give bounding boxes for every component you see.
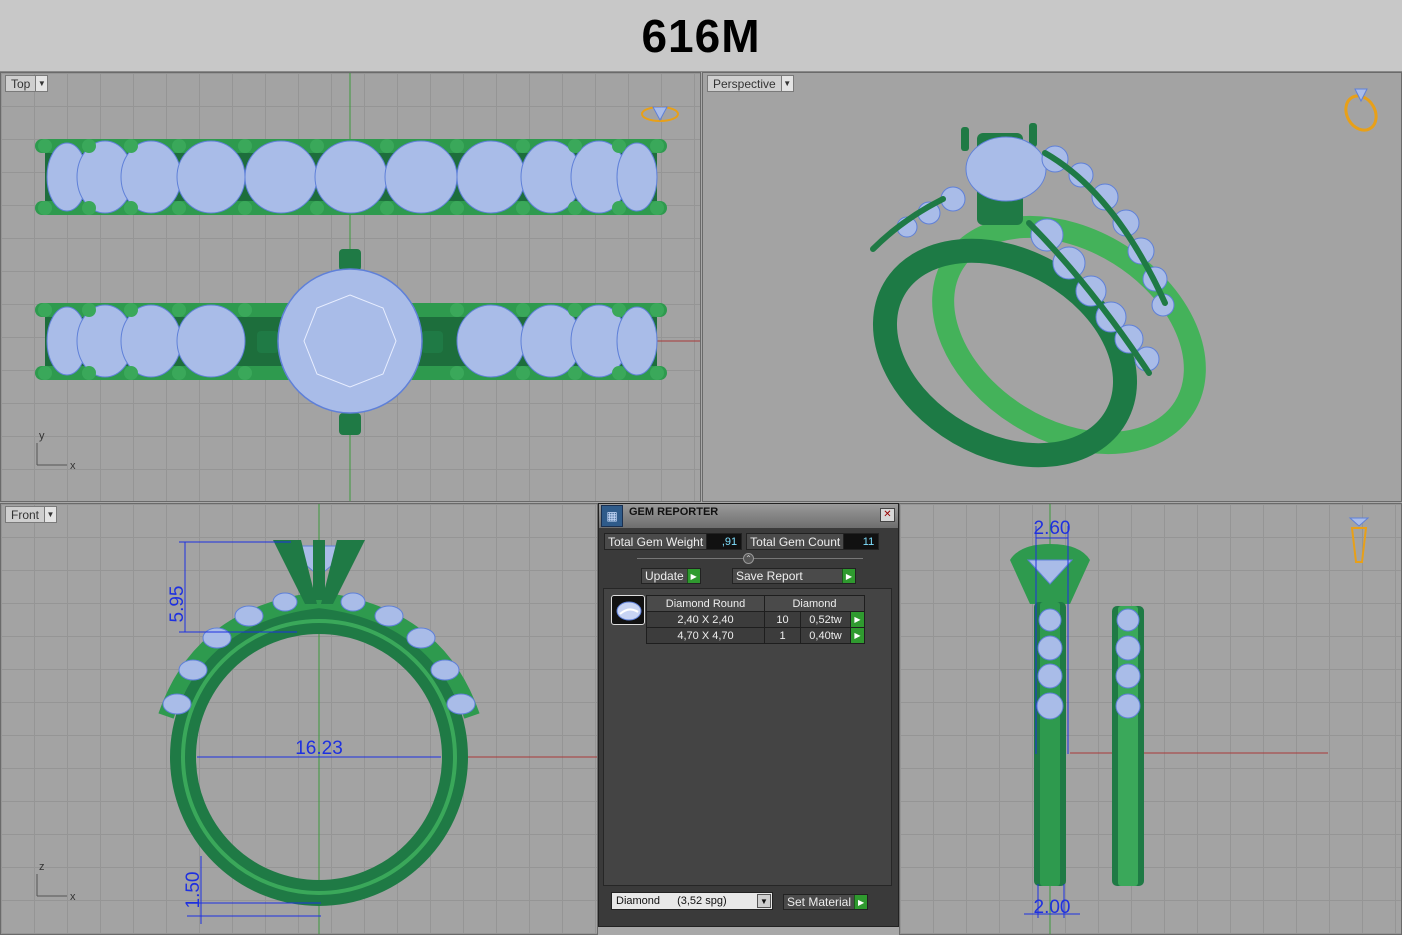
- viewport-top[interactable]: y x Top ▼: [0, 72, 701, 502]
- gem-weight-cell: 0,52tw: [800, 611, 851, 628]
- app-window: 616M y x Top ▼ Perspective ▼ 5.95 16.23 …: [0, 0, 1402, 935]
- total-gem-count-field: Total Gem Count 11: [746, 533, 880, 550]
- chevron-down-icon[interactable]: ▼: [780, 76, 793, 91]
- gem-reporter-titlebar[interactable]: ▦ GEM REPORTER ✕: [599, 504, 898, 528]
- gem-reporter-title: GEM REPORTER: [629, 506, 719, 518]
- play-arrow-icon: ▶: [854, 895, 868, 909]
- gem-table-header: Diamond Round Diamond: [646, 595, 865, 612]
- viewport-top-label[interactable]: Top ▼: [5, 75, 49, 92]
- gem-count-cell: 10: [764, 611, 801, 628]
- collapse-toggle-icon[interactable]: ⌃: [743, 553, 754, 564]
- front-view-drawing: 5.95 16.23 1.50 z x: [36, 504, 597, 934]
- dim-front-height: 5.95: [167, 586, 188, 623]
- dim-front-diameter: 16.23: [295, 738, 343, 759]
- viewport-front[interactable]: 5.95 16.23 1.50 z x Front ▼: [0, 503, 598, 935]
- update-button[interactable]: Update ▶: [641, 568, 701, 584]
- chevron-down-icon[interactable]: ▼: [757, 894, 771, 908]
- dim-right-width-top: 2.60: [1034, 518, 1071, 539]
- viewport-right[interactable]: 2.60 2.00: [899, 503, 1402, 935]
- set-material-button-label: Set Material: [787, 895, 852, 909]
- chevron-down-icon[interactable]: ▼: [44, 507, 57, 522]
- total-gem-weight-field: Total Gem Weight ,91: [604, 533, 743, 550]
- right-view-drawing: 2.60 2.00: [1010, 504, 1370, 934]
- gem-size-cell: 2,40 X 2,40: [646, 611, 765, 628]
- gem-weight-cell: 0,40tw: [800, 627, 851, 644]
- dim-front-shank: 1.50: [183, 872, 204, 909]
- material-select[interactable]: Diamond (3,52 spg) ▼: [611, 892, 773, 910]
- band-top-view: [35, 139, 667, 215]
- axis-y-label: y: [39, 430, 45, 442]
- right-view-ring-icon: [1348, 517, 1370, 563]
- set-material-button[interactable]: Set Material ▶: [783, 894, 869, 910]
- axis-x-label: x: [70, 460, 76, 472]
- ring-side-view: [1010, 544, 1144, 886]
- totals-row: Total Gem Weight ,91 Total Gem Count 11: [604, 533, 880, 550]
- perspective-ring-icon: [1344, 88, 1378, 132]
- close-icon[interactable]: ✕: [880, 508, 895, 522]
- header-bar: 616M: [0, 0, 1402, 72]
- gem-count-cell: 1: [764, 627, 801, 644]
- table-row[interactable]: 2,40 X 2,40 10 0,52tw ▶: [646, 611, 865, 628]
- viewport-perspective-label[interactable]: Perspective ▼: [707, 75, 794, 92]
- save-report-button[interactable]: Save Report ▶: [732, 568, 856, 584]
- viewport-front-label[interactable]: Front ▼: [5, 506, 58, 523]
- gem-list: Diamond Round Diamond 2,40 X 2,40 10 0,5…: [603, 588, 892, 886]
- gem-table-header-material: Diamond: [764, 595, 865, 612]
- viewport-front-title: Front: [11, 508, 40, 522]
- viewport-top-title: Top: [11, 77, 31, 91]
- ring-top-view: [35, 249, 667, 435]
- ring-perspective: [870, 123, 1206, 468]
- select-row-arrow-icon[interactable]: ▶: [850, 627, 865, 644]
- material-select-spg: (3,52 spg): [677, 895, 727, 907]
- axis-triad-top: [36, 443, 67, 466]
- save-report-button-label: Save Report: [736, 569, 803, 583]
- total-gem-weight-value: ,91: [707, 534, 742, 549]
- update-button-label: Update: [645, 569, 684, 583]
- total-gem-weight-label: Total Gem Weight: [605, 534, 708, 549]
- play-arrow-icon: ▶: [686, 569, 700, 583]
- total-gem-count-value: 11: [844, 534, 879, 549]
- viewport-perspective-title: Perspective: [713, 77, 776, 91]
- top-view-ring-icon: [641, 106, 679, 122]
- axis-z-label: z: [39, 861, 45, 873]
- gem-table-header-shape: Diamond Round: [646, 595, 765, 612]
- table-row[interactable]: 4,70 X 4,70 1 0,40tw ▶: [646, 627, 865, 644]
- page-title: 616M: [641, 9, 761, 62]
- gem-table: Diamond Round Diamond 2,40 X 2,40 10 0,5…: [646, 595, 865, 644]
- viewport-perspective[interactable]: Perspective ▼: [702, 72, 1402, 502]
- select-row-arrow-icon[interactable]: ▶: [850, 611, 865, 628]
- perspective-drawing: [870, 88, 1378, 468]
- diamond-round-icon: [611, 595, 645, 625]
- total-gem-count-label: Total Gem Count: [747, 534, 845, 549]
- top-view-drawing: y x: [35, 73, 700, 501]
- axis-x-label: x: [70, 891, 76, 903]
- gem-reporter-icon: ▦: [601, 505, 623, 527]
- axis-triad-front: [36, 874, 67, 897]
- material-select-name: Diamond: [616, 895, 661, 907]
- gem-size-cell: 4,70 X 4,70: [646, 627, 765, 644]
- dim-right-width-bottom: 2.00: [1034, 897, 1071, 918]
- gem-reporter-panel: ▦ GEM REPORTER ✕ Total Gem Weight ,91 To…: [598, 503, 899, 927]
- play-arrow-icon: ▶: [842, 569, 855, 583]
- chevron-down-icon[interactable]: ▼: [35, 76, 48, 91]
